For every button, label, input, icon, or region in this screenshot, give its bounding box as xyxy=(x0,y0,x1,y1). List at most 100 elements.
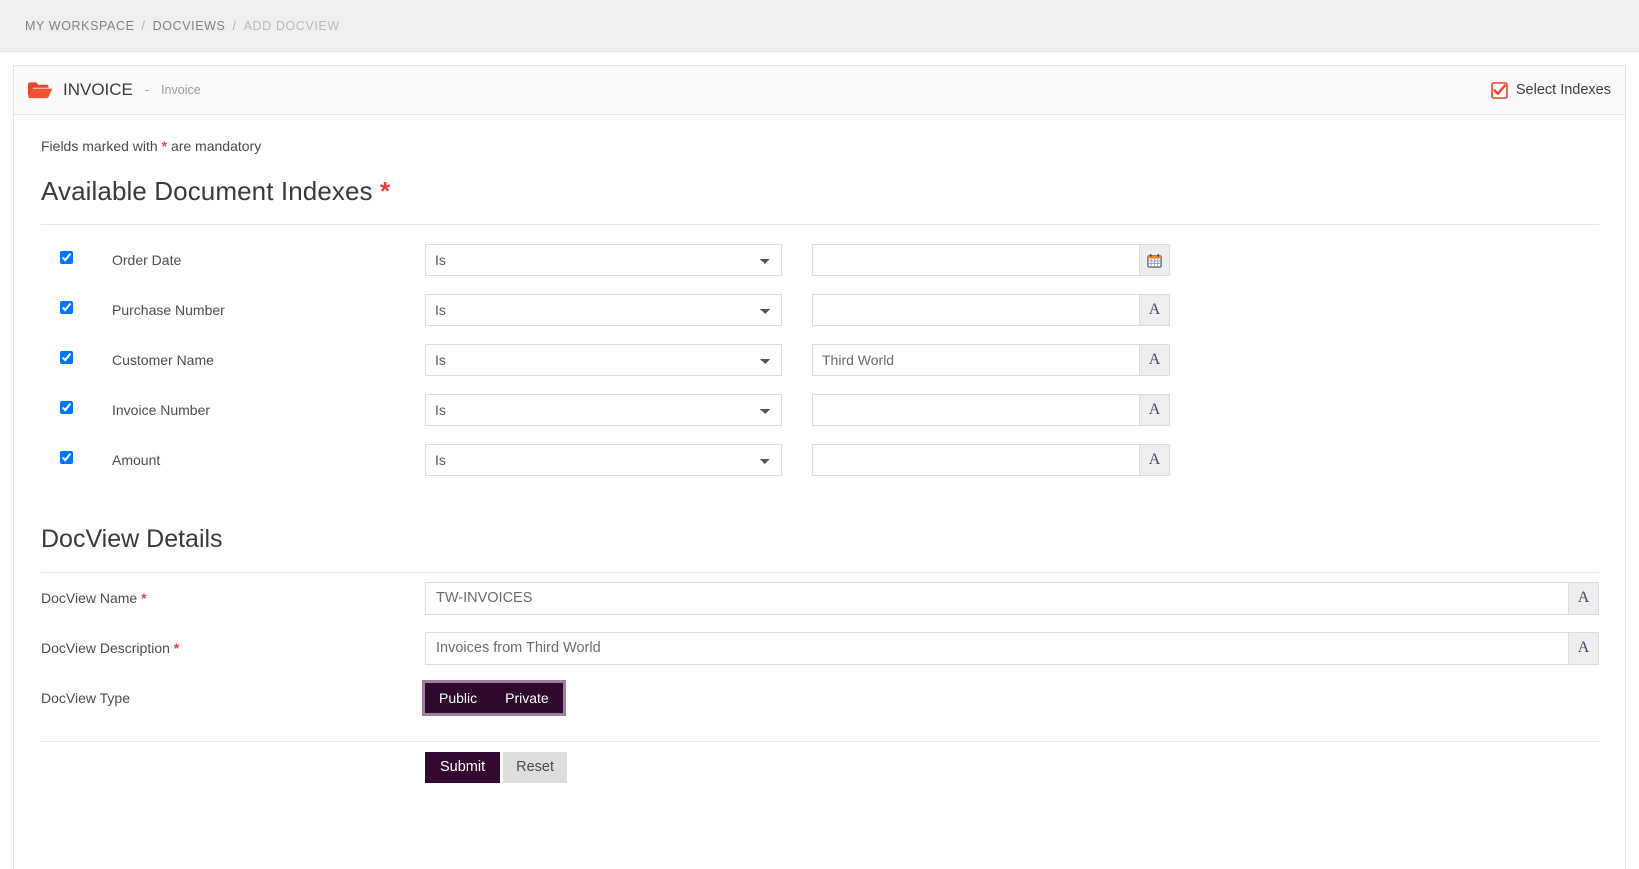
index-operator-select-order-date[interactable]: Is xyxy=(425,244,782,276)
docview-description-label: DocView Description * xyxy=(40,640,425,656)
docview-name-row: DocView Name * A xyxy=(40,573,1599,623)
index-checkbox-cell xyxy=(40,251,88,269)
section-divider xyxy=(41,224,1599,225)
text-a-icon: A xyxy=(1148,351,1161,368)
text-a-icon: A xyxy=(1148,401,1161,418)
index-value-input-order-date[interactable] xyxy=(812,244,1139,276)
index-operator-cell: Is xyxy=(425,444,812,476)
index-value-input-amount[interactable] xyxy=(812,444,1139,476)
text-a-icon: A xyxy=(1148,301,1161,318)
reset-button[interactable]: Reset xyxy=(503,751,568,783)
breadcrumb: MY WORKSPACE / DOCVIEWS / ADD DOCVIEW xyxy=(0,0,1639,52)
index-label-invoice-number: Invoice Number xyxy=(112,402,211,418)
text-a-icon-button-amount[interactable]: A xyxy=(1139,444,1170,476)
panel-header-left: INVOICE - Invoice xyxy=(27,80,201,100)
docview-type-toggle[interactable]: Public Private xyxy=(422,680,566,716)
index-value-input-customer-name[interactable] xyxy=(812,344,1139,376)
docview-name-required-marker: * xyxy=(141,590,147,606)
text-a-icon: A xyxy=(1148,451,1161,468)
index-operator-select-invoice-number[interactable]: Is xyxy=(425,394,782,426)
docview-type-label: DocView Type xyxy=(41,690,130,706)
form-actions: Submit Reset xyxy=(40,742,1599,792)
panel-body: Fields marked with * are mandatory Avail… xyxy=(14,115,1625,792)
index-row: Invoice Number Is A xyxy=(40,385,1599,435)
docview-name-label: DocView Name * xyxy=(40,590,425,606)
index-value-input-invoice-number[interactable] xyxy=(812,394,1139,426)
index-operator-select-customer-name[interactable]: Is xyxy=(425,344,782,376)
available-indexes-heading-text: Available Document Indexes xyxy=(41,176,373,206)
index-operator-cell: Is xyxy=(425,394,812,426)
panel-dash: - xyxy=(144,83,150,97)
index-checkbox-cell xyxy=(40,301,88,319)
docview-form-panel: INVOICE - Invoice Select Indexes Fields … xyxy=(13,65,1626,869)
index-checkbox-customer-name[interactable] xyxy=(60,351,73,364)
index-row: Customer Name Is A xyxy=(40,335,1599,385)
page-title: INVOICE xyxy=(63,80,133,99)
panel-header: INVOICE - Invoice Select Indexes xyxy=(14,66,1625,115)
docview-description-row: DocView Description * A xyxy=(40,623,1599,673)
index-value-input-purchase-number[interactable] xyxy=(812,294,1139,326)
index-operator-select-purchase-number[interactable]: Is xyxy=(425,294,782,326)
index-value-group: A xyxy=(812,344,1170,376)
text-a-icon-button-docview-description[interactable]: A xyxy=(1568,631,1599,665)
text-a-icon-button-docview-name[interactable]: A xyxy=(1568,581,1599,615)
text-a-icon: A xyxy=(1577,639,1590,656)
docview-description-label-text: DocView Description xyxy=(41,640,170,656)
available-indexes-heading: Available Document Indexes * xyxy=(41,176,1599,207)
breadcrumb-separator: / xyxy=(141,18,146,33)
text-a-icon-button-invoice-number[interactable]: A xyxy=(1139,394,1170,426)
calendar-icon xyxy=(1147,253,1162,268)
breadcrumb-separator: / xyxy=(232,18,237,33)
docview-description-input-group: A xyxy=(425,631,1599,665)
docview-name-input[interactable] xyxy=(425,581,1568,615)
index-value-group: A xyxy=(812,294,1170,326)
index-row: Purchase Number Is A xyxy=(40,285,1599,335)
index-operator-cell: Is xyxy=(425,244,812,276)
index-operator-select-amount[interactable]: Is xyxy=(425,444,782,476)
text-a-icon: A xyxy=(1577,589,1590,606)
docview-description-input[interactable] xyxy=(425,631,1568,665)
panel-subtitle: Invoice xyxy=(161,83,201,97)
available-indexes-required-marker: * xyxy=(379,176,391,206)
text-a-icon-button-purchase-number[interactable]: A xyxy=(1139,294,1170,326)
index-operator-cell: Is xyxy=(425,344,812,376)
docview-type-option-private[interactable]: Private xyxy=(491,683,563,713)
submit-button[interactable]: Submit xyxy=(425,751,501,783)
checkbox-checked-icon xyxy=(1491,81,1508,99)
index-operator-cell: Is xyxy=(425,294,812,326)
index-rows: Order Date Is Purchase Number Is A Custo… xyxy=(40,235,1599,485)
index-label-customer-name: Customer Name xyxy=(112,352,214,368)
breadcrumb-item-my-workspace[interactable]: MY WORKSPACE xyxy=(25,19,135,33)
text-a-icon-button-customer-name[interactable]: A xyxy=(1139,344,1170,376)
index-label-amount: Amount xyxy=(112,452,161,468)
docview-name-input-group: A xyxy=(425,581,1599,615)
docview-details-heading: DocView Details xyxy=(41,525,223,553)
folder-open-icon xyxy=(27,80,53,100)
docview-type-option-public[interactable]: Public xyxy=(425,683,492,713)
select-indexes-button[interactable]: Select Indexes xyxy=(1491,81,1611,99)
index-checkbox-order-date[interactable] xyxy=(60,251,73,264)
index-checkbox-cell xyxy=(40,401,88,419)
docview-name-label-text: DocView Name xyxy=(41,590,138,606)
index-checkbox-purchase-number[interactable] xyxy=(60,301,73,314)
mandatory-note: Fields marked with * are mandatory xyxy=(41,138,1599,154)
index-label-order-date: Order Date xyxy=(112,252,182,268)
docview-type-row: DocView Type Public Private xyxy=(40,673,1599,723)
index-checkbox-cell xyxy=(40,351,88,369)
index-checkbox-invoice-number[interactable] xyxy=(60,401,73,414)
docview-description-required-marker: * xyxy=(173,640,180,656)
index-value-group: A xyxy=(812,444,1170,476)
index-checkbox-cell xyxy=(40,451,88,469)
index-value-group xyxy=(812,244,1170,276)
mandatory-note-suffix: are mandatory xyxy=(170,138,262,154)
select-indexes-label: Select Indexes xyxy=(1515,82,1611,98)
index-row: Amount Is A xyxy=(40,435,1599,485)
breadcrumb-item-add-docview: ADD DOCVIEW xyxy=(243,18,340,33)
calendar-icon-button-order-date[interactable] xyxy=(1139,244,1170,276)
index-checkbox-amount[interactable] xyxy=(60,451,73,464)
index-row: Order Date Is xyxy=(40,235,1599,285)
breadcrumb-item-docviews[interactable]: DOCVIEWS xyxy=(153,19,226,33)
index-value-group: A xyxy=(812,394,1170,426)
mandatory-note-prefix: Fields marked with xyxy=(41,138,158,154)
index-label-purchase-number: Purchase Number xyxy=(112,302,225,318)
